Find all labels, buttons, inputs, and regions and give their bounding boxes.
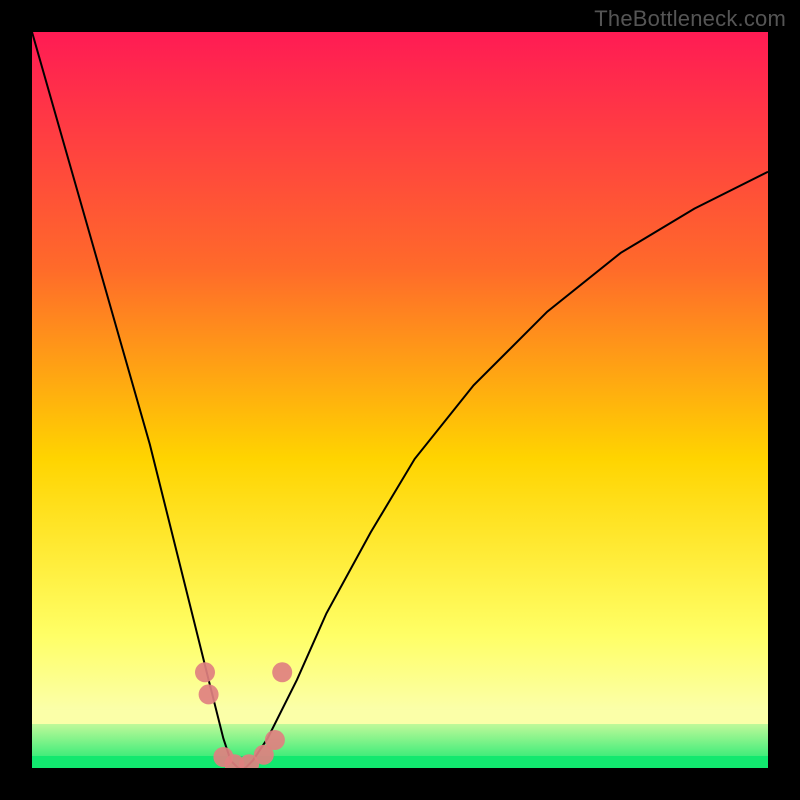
- plot-area: [32, 32, 768, 768]
- data-marker: [265, 730, 285, 750]
- chart-frame: TheBottleneck.com: [0, 0, 800, 800]
- bottom-stripe: [32, 756, 768, 768]
- watermark-text: TheBottleneck.com: [594, 6, 786, 32]
- chart-svg: [32, 32, 768, 768]
- plot-background: [32, 32, 768, 768]
- data-marker: [199, 684, 219, 704]
- data-marker: [272, 662, 292, 682]
- data-marker: [195, 662, 215, 682]
- band-stripe: [32, 710, 768, 724]
